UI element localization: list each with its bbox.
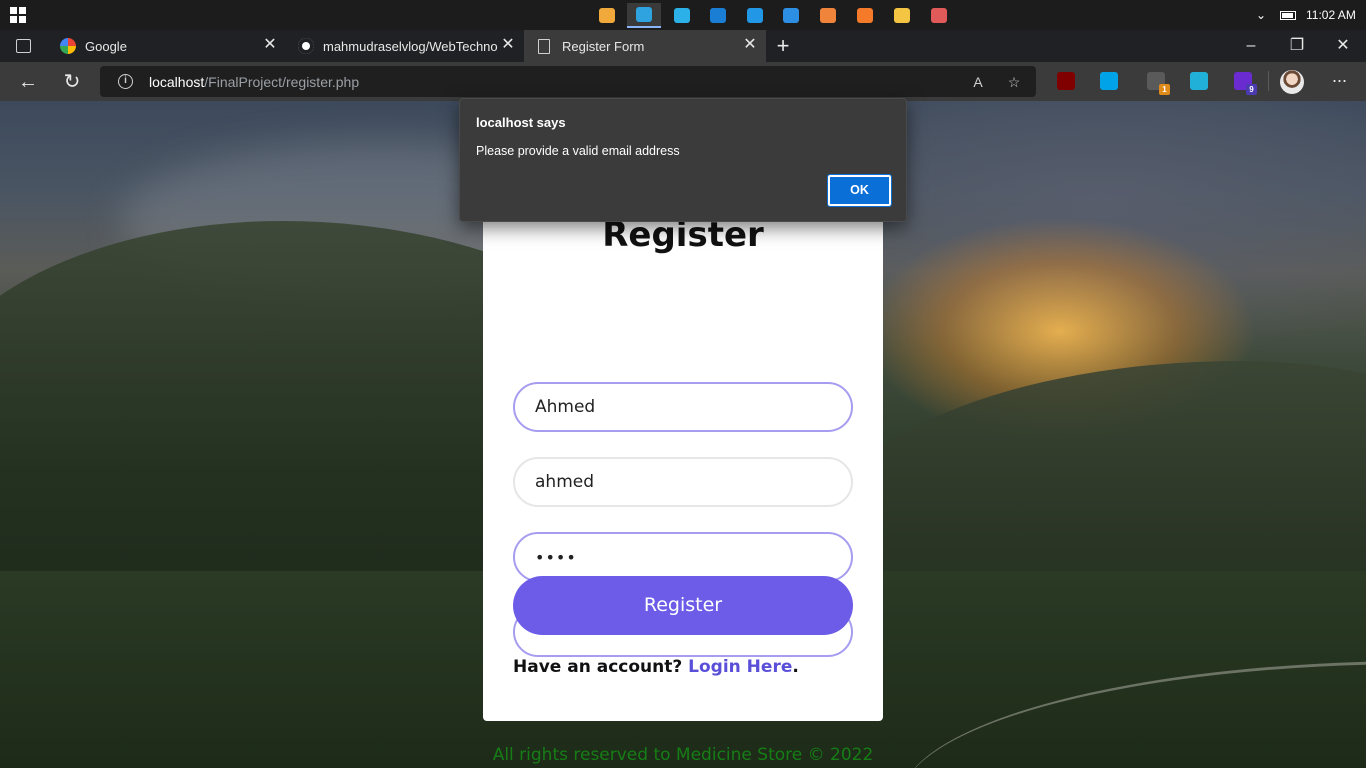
close-icon[interactable]: ✕ [500, 37, 516, 53]
taskbar-app-task-view[interactable] [590, 3, 624, 28]
file-explorer-icon [894, 8, 910, 23]
back-icon[interactable]: ← [14, 68, 42, 96]
ok-button[interactable]: OK [827, 174, 892, 207]
ublock-icon[interactable] [1057, 72, 1075, 90]
favorite-add-icon[interactable]: ☆ [1004, 72, 1024, 92]
google-icon [60, 38, 76, 54]
remote-app-icon [674, 8, 690, 23]
vscode-icon [783, 8, 799, 23]
taskbar-app-remote-app[interactable] [665, 3, 699, 28]
password-input[interactable]: •••• [513, 532, 853, 582]
url-text[interactable]: localhost/FinalProject/register.php [149, 74, 359, 90]
login-link[interactable]: Login Here [688, 657, 792, 677]
tab-actions-icon[interactable] [16, 39, 31, 53]
more-icon[interactable]: ··· [1328, 70, 1350, 92]
paint-app-icon [931, 8, 947, 23]
monitor-app-icon [710, 8, 726, 23]
browser-toolbar: ← ↻ i localhost/FinalProject/register.ph… [0, 62, 1366, 101]
store-app-icon [747, 8, 763, 23]
taskbar-app-edge[interactable] [627, 3, 661, 28]
taskbar-app-file-explorer[interactable] [885, 3, 919, 28]
read-aloud-icon[interactable]: A [968, 72, 988, 92]
name-input[interactable]: Ahmed [513, 382, 853, 432]
page-icon [538, 38, 550, 54]
footer-copyright: All rights reserved to Medicine Store © … [492, 745, 874, 765]
taskbar-app-paint-app[interactable] [922, 3, 956, 28]
purple-ext-icon[interactable]: 9 [1234, 72, 1257, 95]
remote-ext-icon[interactable] [1190, 72, 1208, 90]
dialog-message: Please provide a valid email address [476, 144, 680, 158]
extension-badge: 1 [1159, 84, 1170, 95]
tab-label: Register Form [562, 38, 645, 54]
register-button[interactable]: Register [513, 576, 853, 635]
toolbar-divider [1268, 71, 1269, 91]
battery-icon[interactable] [1280, 0, 1296, 30]
tab-label: Google [85, 38, 127, 54]
dialog-title: localhost says [476, 115, 566, 130]
login-suffix: . [792, 657, 799, 677]
extension-badge: 9 [1246, 84, 1257, 95]
alert-dialog: localhost says Please provide a valid em… [459, 98, 907, 222]
minimize-button[interactable]: – [1228, 30, 1274, 62]
chevron-up-icon[interactable]: ⌄ [1256, 0, 1266, 30]
edge-icon [636, 7, 652, 22]
address-bar[interactable]: i localhost/FinalProject/register.php A … [100, 66, 1036, 97]
task-view-icon [599, 8, 615, 23]
people-ext-icon[interactable]: 1 [1147, 72, 1170, 95]
taskbar-app-vscode[interactable] [774, 3, 808, 28]
taskbar-app-monitor-app[interactable] [701, 3, 735, 28]
new-tab-button[interactable]: + [772, 34, 794, 58]
skype-icon[interactable] [1100, 72, 1118, 90]
info-icon[interactable]: i [118, 74, 133, 89]
tab-strip: Google ✕ mahmudraselvlog/WebTechnolo ✕ R… [0, 30, 1366, 62]
profile-avatar[interactable] [1280, 70, 1304, 94]
register-card: Register Ahmed ahmed •••• ••••• Register… [483, 199, 883, 721]
close-window-button[interactable]: ✕ [1320, 30, 1366, 62]
close-icon[interactable]: ✕ [262, 37, 278, 53]
github-icon [298, 38, 314, 54]
tab-github[interactable]: mahmudraselvlog/WebTechnolo ✕ [286, 30, 524, 62]
taskbar-app-store-app[interactable] [738, 3, 772, 28]
xampp-icon [857, 8, 873, 23]
taskbar: ⌄ 11:02 AM [0, 0, 1366, 30]
refresh-icon[interactable]: ↻ [58, 68, 86, 96]
tab-register-form[interactable]: Register Form ✕ [524, 30, 766, 62]
tab-label: mahmudraselvlog/WebTechnolo [323, 38, 498, 54]
tab-google[interactable]: Google ✕ [48, 30, 286, 62]
email-input[interactable]: ahmed [513, 457, 853, 507]
windows-start-icon[interactable] [10, 7, 26, 23]
taskbar-app-xampp[interactable] [848, 3, 882, 28]
close-icon[interactable]: ✕ [742, 37, 758, 53]
clock[interactable]: 11:02 AM [1306, 0, 1356, 30]
taskbar-app-sublime[interactable] [811, 3, 845, 28]
login-prompt: Have an account? Login Here. [513, 657, 799, 677]
sublime-icon [820, 8, 836, 23]
restore-button[interactable]: ❐ [1274, 30, 1320, 62]
login-prompt-text: Have an account? [513, 657, 683, 677]
